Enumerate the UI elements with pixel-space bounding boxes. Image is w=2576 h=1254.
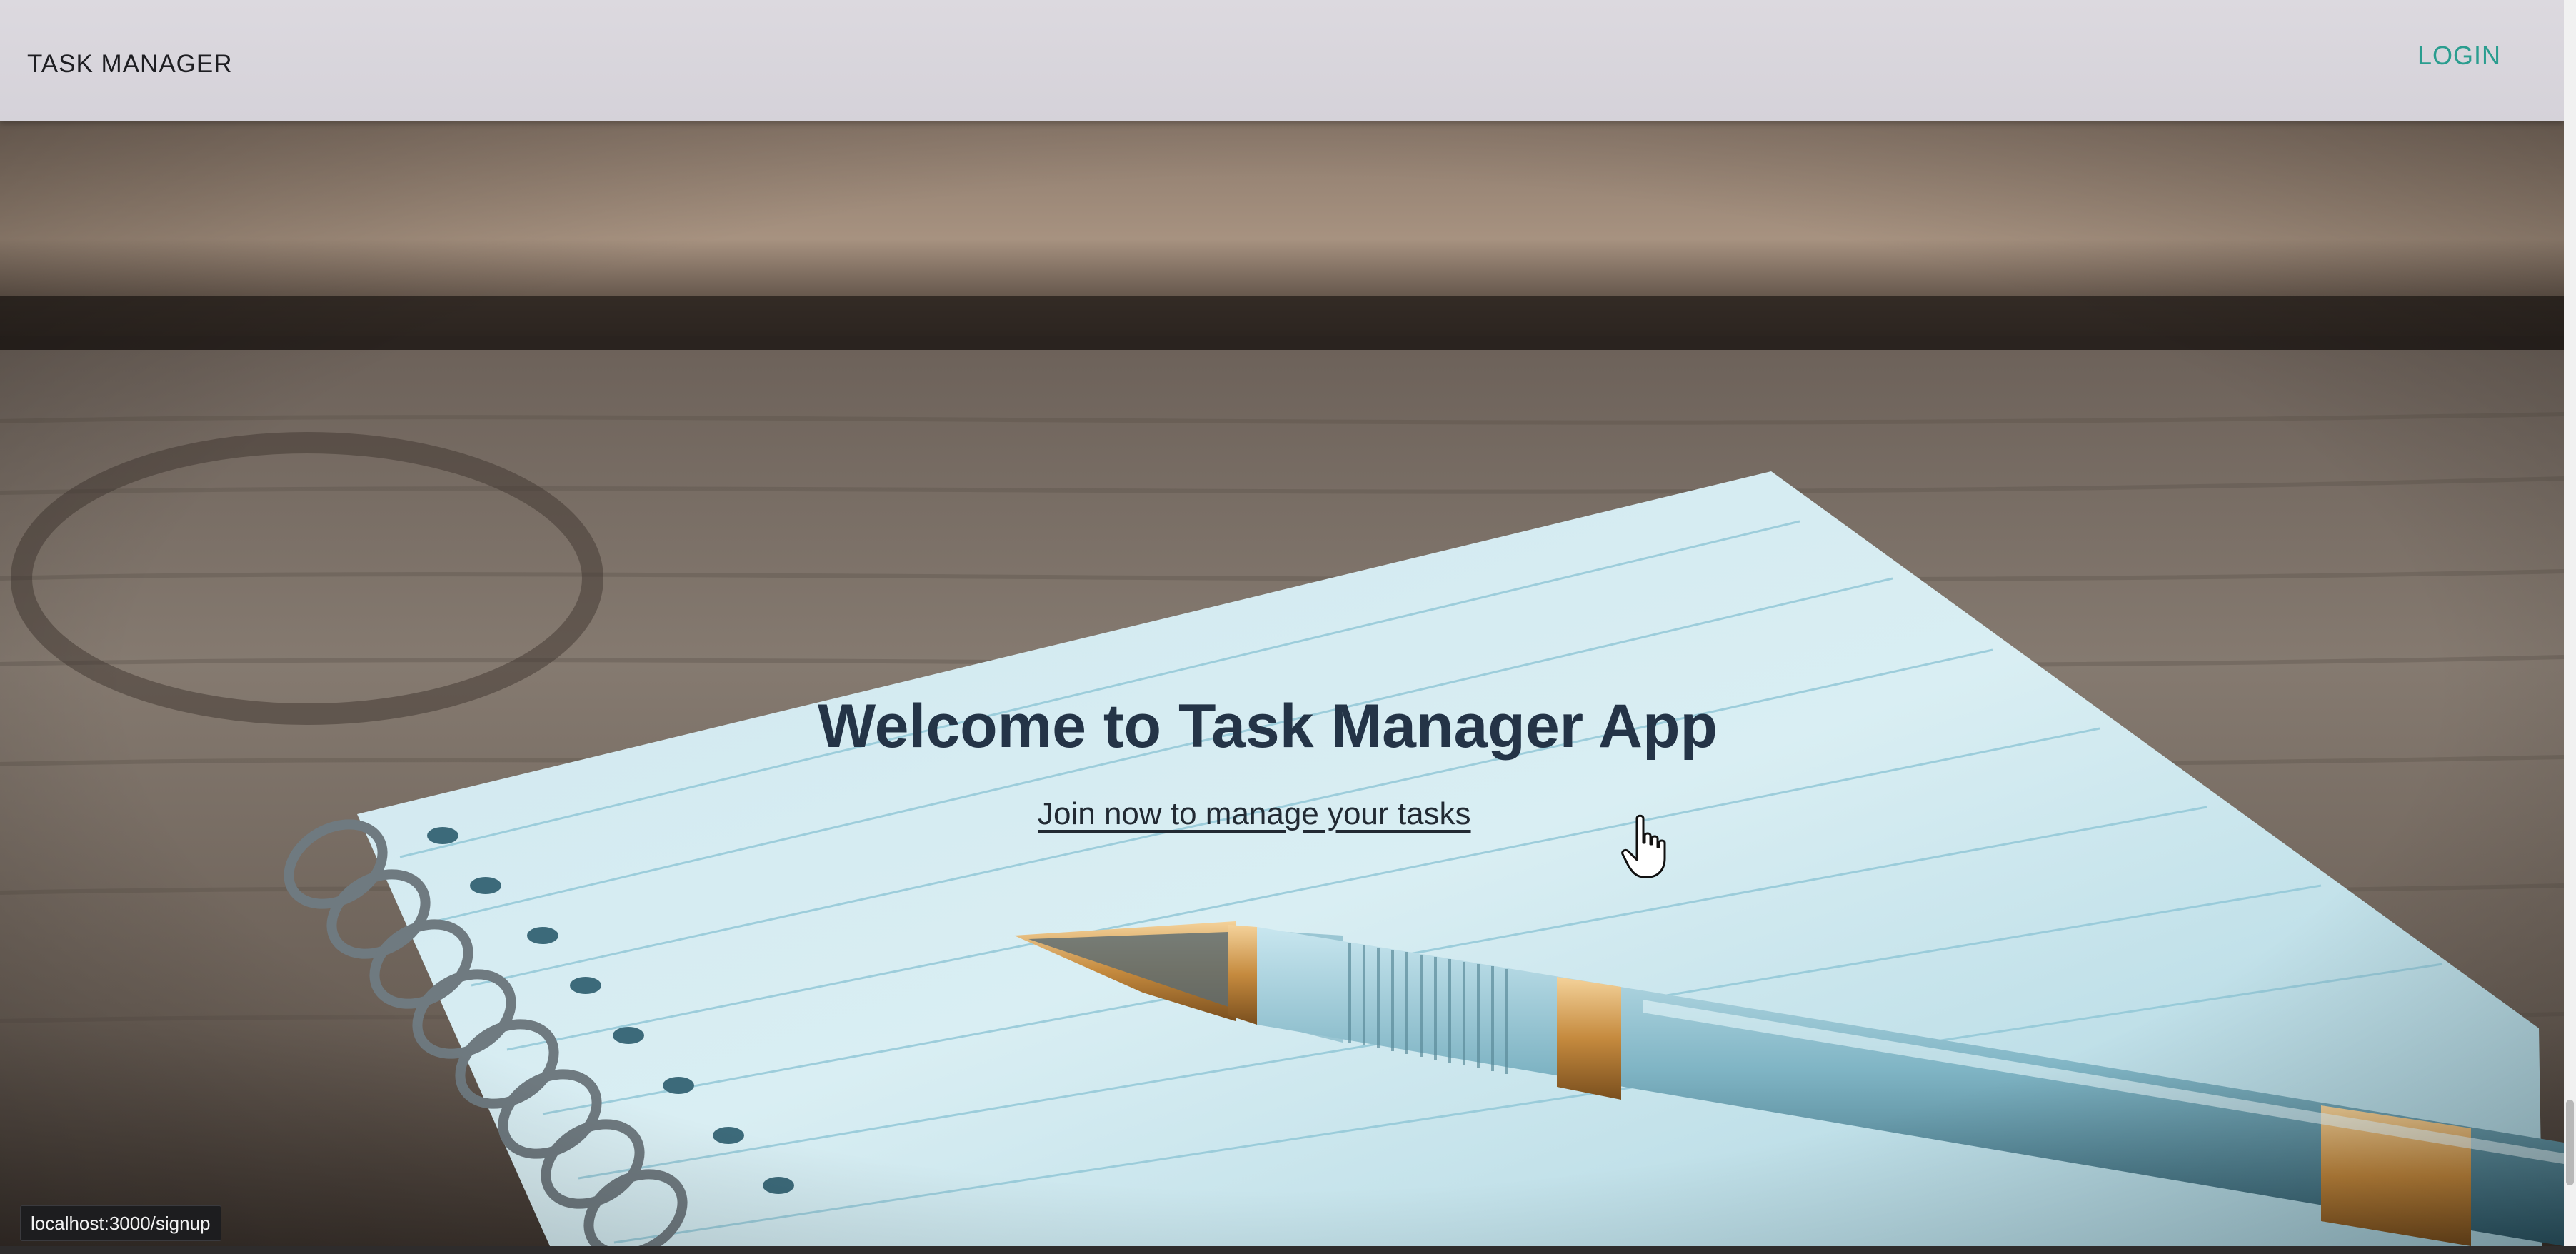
screen-bottom-bezel [0,1246,2576,1254]
hand-pointer-icon [1621,814,1666,878]
hero-section: Welcome to Task Manager App Join now to … [0,121,2564,1246]
signup-link[interactable]: Join now to manage your tasks [1038,796,1471,832]
scrollbar-thumb[interactable] [2566,1100,2574,1185]
vertical-scrollbar[interactable] [2564,0,2576,1246]
browser-viewport: TASK MANAGER LOGIN Welcome to Task Manag… [0,0,2576,1254]
top-navbar: TASK MANAGER LOGIN [0,0,2564,121]
hero-title: Welcome to Task Manager App [817,691,1718,761]
hero-background-image [0,121,2564,1246]
status-bar-url: localhost:3000/signup [20,1205,221,1241]
brand-title[interactable]: TASK MANAGER [27,50,233,79]
login-button[interactable]: LOGIN [2417,41,2501,71]
